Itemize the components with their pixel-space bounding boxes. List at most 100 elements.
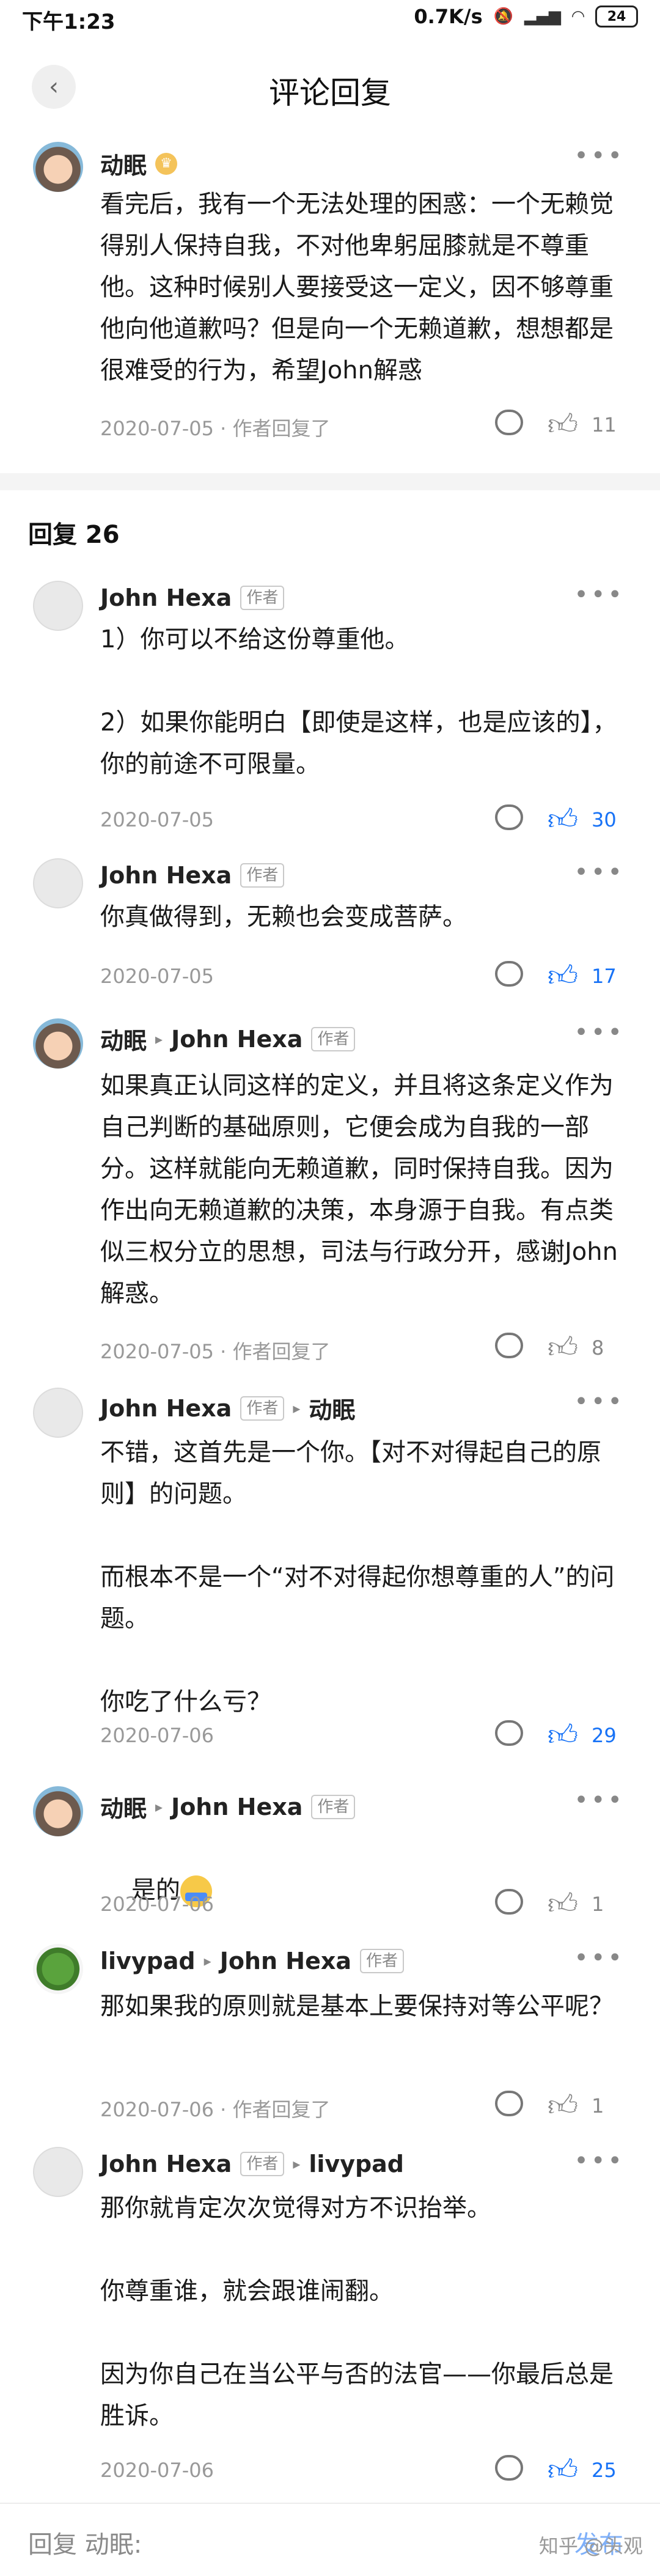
- author-name[interactable]: John Hexa: [100, 862, 232, 889]
- badge-icon: ♛: [155, 152, 178, 175]
- author-tag: 作者: [240, 586, 285, 610]
- comment-icon[interactable]: [495, 1333, 523, 1358]
- network-speed: 0.7K/s: [414, 5, 483, 28]
- author-tag: 作者: [360, 1949, 405, 1973]
- comment-icon[interactable]: [495, 2091, 523, 2116]
- author-tag: 作者: [240, 1396, 285, 1421]
- avatar[interactable]: [33, 581, 83, 631]
- main-comment: 动眠 ♛ ••• 看完后，我有一个无法处理的困惑：一个无赖觉得别人保持自我，不对…: [0, 132, 660, 462]
- author-name[interactable]: John Hexa: [100, 584, 232, 611]
- thumbs-up-icon[interactable]: 👍︎: [548, 407, 578, 443]
- avatar[interactable]: [33, 2147, 83, 2197]
- signal-icon: ▂▄▆: [524, 7, 561, 26]
- comment-icon[interactable]: [495, 961, 523, 987]
- avatar[interactable]: [33, 142, 83, 192]
- avatar[interactable]: [33, 1018, 83, 1069]
- author-name[interactable]: livypad: [100, 1948, 196, 1974]
- reply-item: John Hexa 作者 ▸ livypad ••• 那你就肯定次次觉得对方不识…: [0, 2147, 660, 2489]
- comment-icon[interactable]: [495, 804, 523, 830]
- reply-to-name[interactable]: John Hexa: [220, 1948, 351, 1974]
- more-options-icon[interactable]: •••: [574, 581, 625, 609]
- reply-text: 那你就肯定次次觉得对方不识抬举。 你尊重谁，就会跟谁闹翻。 因为你自己在当公平与…: [100, 2194, 614, 2430]
- reply-item: John Hexa 作者 ••• 你真做得到，无赖也会变成菩萨。 2020-07…: [0, 858, 660, 1005]
- reply-text: 如果真正认同这样的定义，并且将这条定义作为自己判断的基础原则，它便会成为自我的一…: [100, 1072, 618, 1308]
- divider: [0, 473, 660, 490]
- reply-arrow-icon: ▸: [293, 1399, 301, 1417]
- more-options-icon[interactable]: •••: [574, 142, 625, 170]
- status-time: 下午1:23: [22, 10, 116, 34]
- thumbs-up-icon[interactable]: 👍︎: [548, 959, 578, 994]
- reply-arrow-icon: ▸: [155, 1798, 163, 1816]
- status-bar: 下午1:23 0.7K/s 🔕 ▂▄▆ ◠ 24: [0, 0, 660, 40]
- page-title: 评论回复: [269, 75, 391, 111]
- mute-icon: 🔕: [493, 7, 513, 26]
- author-name[interactable]: 动眠: [100, 1790, 147, 1823]
- reply-date: 2020-07-05: [100, 965, 214, 988]
- comment-icon[interactable]: [495, 410, 523, 435]
- reply-item: 动眠 ▸ John Hexa 作者 ••• 是的 2020-07-06 👍︎ 1: [0, 1786, 660, 1933]
- reply-arrow-icon: ▸: [204, 1952, 211, 1970]
- more-options-icon[interactable]: •••: [574, 1018, 625, 1047]
- avatar[interactable]: [33, 1388, 83, 1438]
- reply-date: 2020-07-06: [100, 1893, 214, 1916]
- thumbs-up-icon[interactable]: 👍︎: [548, 1886, 578, 1922]
- reply-item: livypad ▸ John Hexa 作者 ••• 那如果我的原则就是基本上要…: [0, 1944, 660, 2133]
- reply-text: 1）你可以不给这份尊重他。 2）如果你能明白【即使是这样，也是应该的】，你的前途…: [100, 625, 617, 778]
- like-count: 8: [592, 1336, 604, 1360]
- avatar[interactable]: [33, 858, 83, 908]
- author-tag: 作者: [240, 863, 285, 888]
- comment-text: 看完后，我有一个无法处理的困惑：一个无赖觉得别人保持自我，不对他卑躬屈膝就是不尊…: [100, 190, 614, 385]
- more-options-icon[interactable]: •••: [574, 1388, 625, 1416]
- battery-icon: 24: [595, 6, 638, 28]
- reply-text: 你真做得到，无赖也会变成菩萨。: [100, 903, 467, 931]
- like-count: 1: [592, 1893, 604, 1916]
- reply-to-name[interactable]: John Hexa: [171, 1026, 302, 1053]
- like-count: 25: [592, 2459, 617, 2482]
- reply-to-name[interactable]: livypad: [309, 2151, 404, 2177]
- author-tag: 作者: [311, 1026, 356, 1051]
- reply-date: 2020-07-05: [100, 808, 214, 831]
- comment-icon[interactable]: [495, 2455, 523, 2481]
- thumbs-up-icon[interactable]: 👍︎: [548, 2453, 578, 2488]
- replies-count: 回复 26: [28, 521, 120, 549]
- thumbs-up-icon[interactable]: 👍︎: [548, 1718, 578, 1753]
- more-options-icon[interactable]: •••: [574, 858, 625, 886]
- reply-date: 2020-07-06 · 作者回复了: [100, 2098, 331, 2121]
- reply-text: 不错，这首先是一个你。【对不对得起自己的原则】的问题。 而根本不是一个“对不对得…: [100, 1438, 615, 1716]
- like-count: 29: [592, 1724, 617, 1747]
- thumbs-up-icon[interactable]: 👍︎: [548, 802, 578, 837]
- comment-icon[interactable]: [495, 1889, 523, 1915]
- author-tag: 作者: [311, 1794, 356, 1819]
- wifi-icon: ◠: [572, 7, 584, 26]
- reply-arrow-icon: ▸: [155, 1030, 163, 1048]
- thumbs-up-icon[interactable]: 👍︎: [548, 2088, 578, 2124]
- thumbs-up-icon[interactable]: 👍︎: [548, 1330, 578, 1366]
- avatar[interactable]: [33, 1944, 83, 1994]
- more-options-icon[interactable]: •••: [574, 2147, 625, 2175]
- reply-item: John Hexa 作者 ▸ 动眠 ••• 不错，这首先是一个你。【对不对得起自…: [0, 1388, 660, 1753]
- more-options-icon[interactable]: •••: [574, 1944, 625, 1972]
- reply-date: 2020-07-06: [100, 2459, 214, 2482]
- reply-item: 动眠 ▸ John Hexa 作者 ••• 如果真正认同这样的定义，并且将这条定…: [0, 1018, 660, 1373]
- like-count: 17: [592, 965, 617, 988]
- like-count: 30: [592, 808, 617, 831]
- reply-date: 2020-07-05 · 作者回复了: [100, 1340, 331, 1363]
- author-name[interactable]: John Hexa: [100, 1395, 232, 1422]
- author-name[interactable]: 动眠: [100, 1022, 147, 1056]
- author-name[interactable]: 动眠: [100, 147, 147, 180]
- author-name[interactable]: John Hexa: [100, 2151, 232, 2177]
- like-count: 11: [592, 413, 617, 436]
- like-count: 1: [592, 2094, 604, 2118]
- reply-item: John Hexa 作者 ••• 1）你可以不给这份尊重他。 2）如果你能明白【…: [0, 581, 660, 837]
- reply-input[interactable]: 回复 动眠:: [28, 2525, 142, 2560]
- avatar[interactable]: [33, 1786, 83, 1836]
- reply-to-name[interactable]: John Hexa: [171, 1794, 302, 1820]
- more-options-icon[interactable]: •••: [574, 1786, 625, 1814]
- author-tag: 作者: [240, 2152, 285, 2176]
- comment-icon[interactable]: [495, 1720, 523, 1746]
- watermark: 知乎 @头观: [538, 2534, 643, 2558]
- reply-to-name[interactable]: 动眠: [309, 1391, 355, 1425]
- reply-date: 2020-07-06: [100, 1724, 214, 1747]
- reply-text: 那如果我的原则就是基本上要保持对等公平呢？: [100, 1992, 614, 2020]
- header: ‹ 评论回复: [0, 40, 660, 132]
